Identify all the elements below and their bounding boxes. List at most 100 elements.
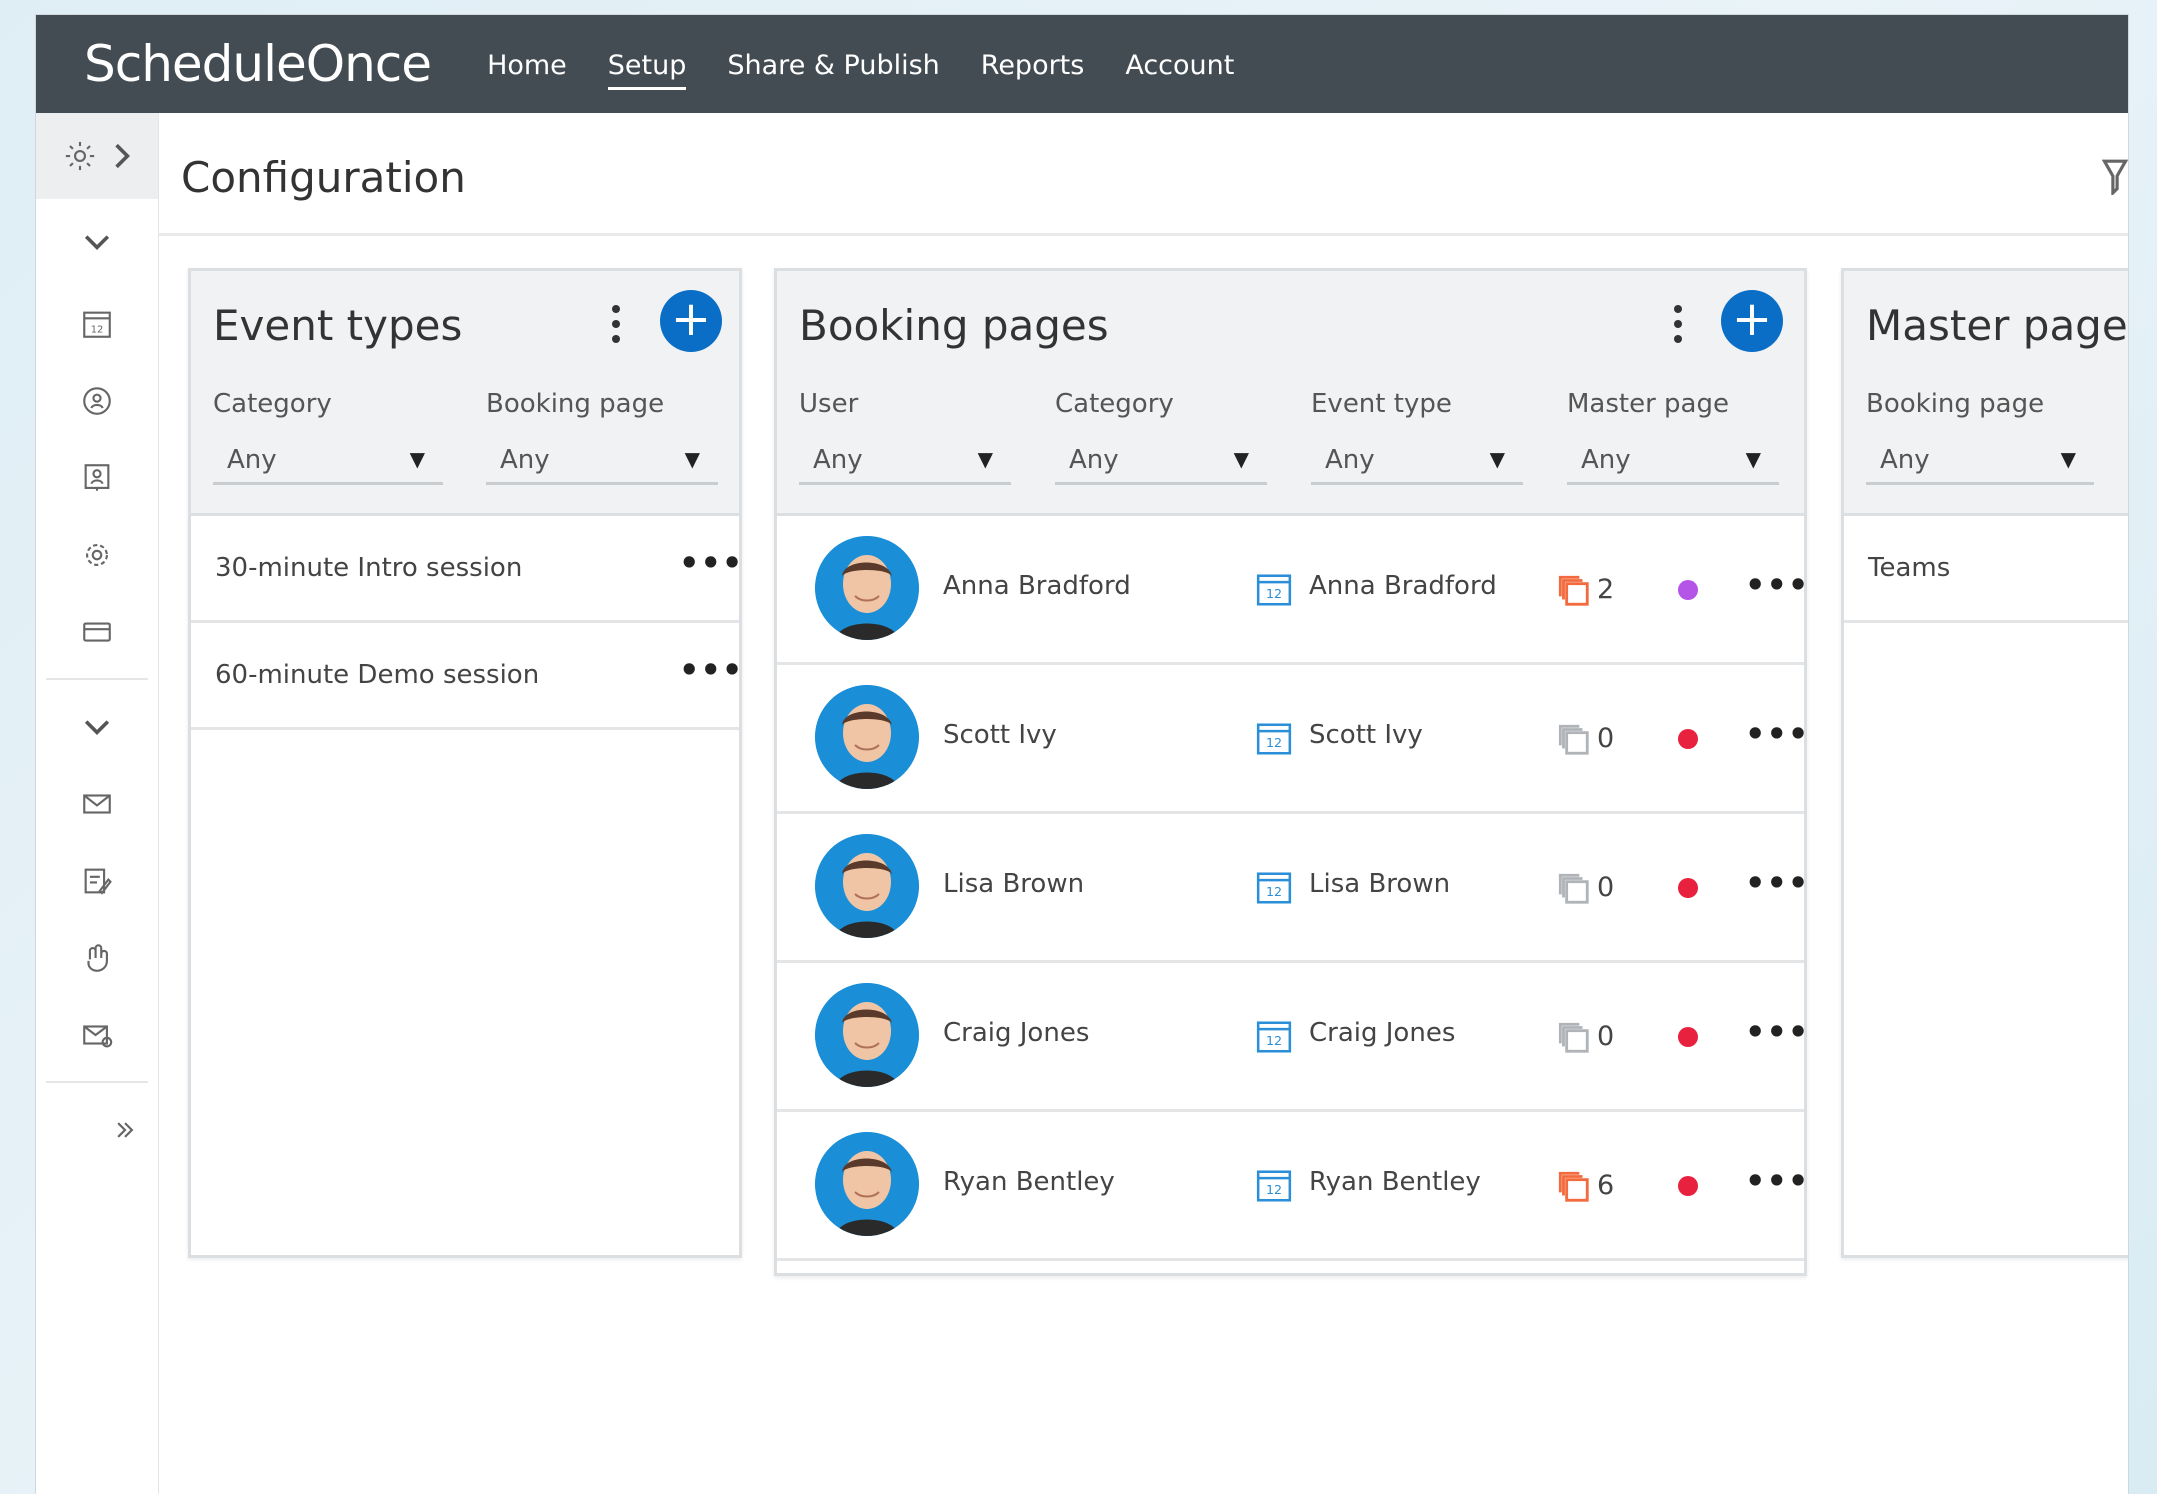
svg-text:12: 12 [91,324,104,335]
nav-account[interactable]: Account [1125,50,1234,90]
calendar-icon: 12 [1256,723,1292,755]
add-booking-page-button[interactable]: + [1721,290,1783,352]
sidebar-divider [46,678,148,680]
copy-icon[interactable] [1554,571,1592,609]
list-item[interactable]: Teams [1844,516,2128,623]
caret-down-icon: ▼ [1233,447,1249,471]
master-pages-panel: Master pages Booking page Any ▼ Teams [1841,268,2128,1258]
sidebar-item-email-settings[interactable] [36,996,158,1073]
more-options-icon[interactable]: ••• [1745,566,1809,604]
filter-icon[interactable] [2102,157,2128,195]
filter-category[interactable]: Category Any ▼ [1055,389,1267,485]
sidebar-item-billing[interactable] [36,593,158,670]
user-name: Scott Ivy [943,720,1057,750]
booking-page-select[interactable]: Any ▼ [486,441,718,485]
status-dot [1678,1176,1698,1196]
sidebar-item-event-types[interactable]: 12 [36,285,158,362]
filter-event-type[interactable]: Event type Any ▼ [1311,389,1523,485]
user-select[interactable]: Any ▼ [799,441,1011,485]
kebab-menu-icon[interactable] [611,303,621,345]
sidebar-expand[interactable] [36,1091,158,1168]
avatar [815,983,919,1087]
copy-icon[interactable] [1554,720,1592,758]
booking-page-select[interactable]: Any ▼ [1866,441,2094,485]
chevron-down-icon [84,235,110,250]
booking-page-name: Lisa Brown [1309,869,1451,899]
add-event-type-button[interactable]: + [660,290,722,352]
sidebar-item-notifications[interactable] [36,765,158,842]
event-types-panel: Event types + Category Any ▼ Booking pag… [188,268,742,1258]
copy-icon[interactable] [1554,1018,1592,1056]
card-icon [83,621,111,642]
table-row[interactable]: Lisa Brown 12 Lisa Brown 0 ••• [777,814,1808,963]
sidebar-section-toggle-2[interactable] [36,688,158,765]
user-name: Anna Bradford [943,571,1131,601]
event-type-select[interactable]: Any ▼ [1311,441,1523,485]
svg-text:12: 12 [1266,1182,1282,1197]
nav-home[interactable]: Home [487,50,567,90]
select-value: Any [813,445,863,475]
table-row[interactable]: Anna Bradford 12 Anna Bradford 2 ••• [777,516,1808,665]
nav-setup[interactable]: Setup [607,50,687,90]
filter-booking-page[interactable]: Booking page Any ▼ [486,389,718,485]
sidebar-settings-toggle[interactable] [36,113,158,199]
table-row[interactable]: Scott Ivy 12 Scott Ivy 0 ••• [777,665,1808,814]
list-item[interactable]: 30-minute Intro session ••• [191,516,742,623]
master-page-select[interactable]: Any ▼ [1567,441,1779,485]
status-dot [1678,1027,1698,1047]
booking-page-name: Anna Bradford [1309,571,1497,601]
category-select[interactable]: Any ▼ [213,441,443,485]
calendar-icon: 12 [1256,574,1292,606]
sidebar-item-forms[interactable] [36,842,158,919]
more-options-icon[interactable]: ••• [679,544,743,582]
avatar [815,1132,919,1236]
list-item[interactable]: 60-minute Demo session ••• [191,623,742,730]
sidebar-divider [46,1081,148,1083]
user-name: Ryan Bentley [943,1167,1115,1197]
kebab-menu-icon[interactable] [1673,303,1683,345]
more-options-icon[interactable]: ••• [1745,715,1809,753]
chevron-right-icon [115,143,130,169]
filter-category[interactable]: Category Any ▼ [213,389,443,485]
sidebar-item-integrations[interactable] [36,919,158,996]
sidebar-section-toggle-1[interactable] [36,199,158,285]
sidebar-item-settings[interactable] [36,516,158,593]
more-options-icon[interactable]: ••• [1745,864,1809,902]
sidebar: 12 [36,113,159,1494]
nav-reports[interactable]: Reports [981,50,1085,90]
user-name: Craig Jones [943,1018,1090,1048]
filter-user[interactable]: User Any ▼ [799,389,1011,485]
event-type-name: 60-minute Demo session [215,660,540,690]
category-select[interactable]: Any ▼ [1055,441,1267,485]
app-window: ScheduleOnce Home Setup Share & Publish … [36,15,2128,1494]
event-type-name: 30-minute Intro session [215,553,523,583]
more-options-icon[interactable]: ••• [1745,1013,1809,1051]
copy-icon[interactable] [1554,1167,1592,1205]
table-row[interactable]: Craig Jones 12 Craig Jones 0 ••• [777,963,1808,1112]
person-photo-icon [815,685,919,789]
more-options-icon[interactable]: ••• [1745,1162,1809,1200]
filter-label: Booking page [486,389,665,419]
nav-share-publish[interactable]: Share & Publish [727,50,939,90]
booking-pages-title: Booking pages [799,301,1109,350]
copy-icon[interactable] [1554,869,1592,907]
select-value: Any [1069,445,1119,475]
select-value: Any [1325,445,1375,475]
sidebar-item-users[interactable] [36,362,158,439]
user-name: Lisa Brown [943,869,1085,899]
master-pages-header: Master pages Booking page Any ▼ [1844,271,2128,516]
filter-booking-page[interactable]: Booking page Any ▼ [1866,389,2094,485]
sidebar-item-booking-pages[interactable] [36,439,158,516]
master-page-name: Teams [1868,553,1951,583]
master-page-count: 0 [1597,872,1615,903]
more-options-icon[interactable]: ••• [679,651,743,689]
settings-icon [86,543,108,566]
table-row[interactable]: Ryan Bentley 12 Ryan Bentley 6 ••• [777,1112,1808,1261]
filter-master-page[interactable]: Master page Any ▼ [1567,389,1779,485]
page-title: Configuration [181,153,466,202]
calendar-icon: 12 [83,311,111,338]
svg-text:12: 12 [1266,586,1282,601]
calendar-icon: 12 [1256,1021,1292,1053]
master-page-count: 6 [1597,1170,1615,1201]
filter-label: User [799,389,859,419]
